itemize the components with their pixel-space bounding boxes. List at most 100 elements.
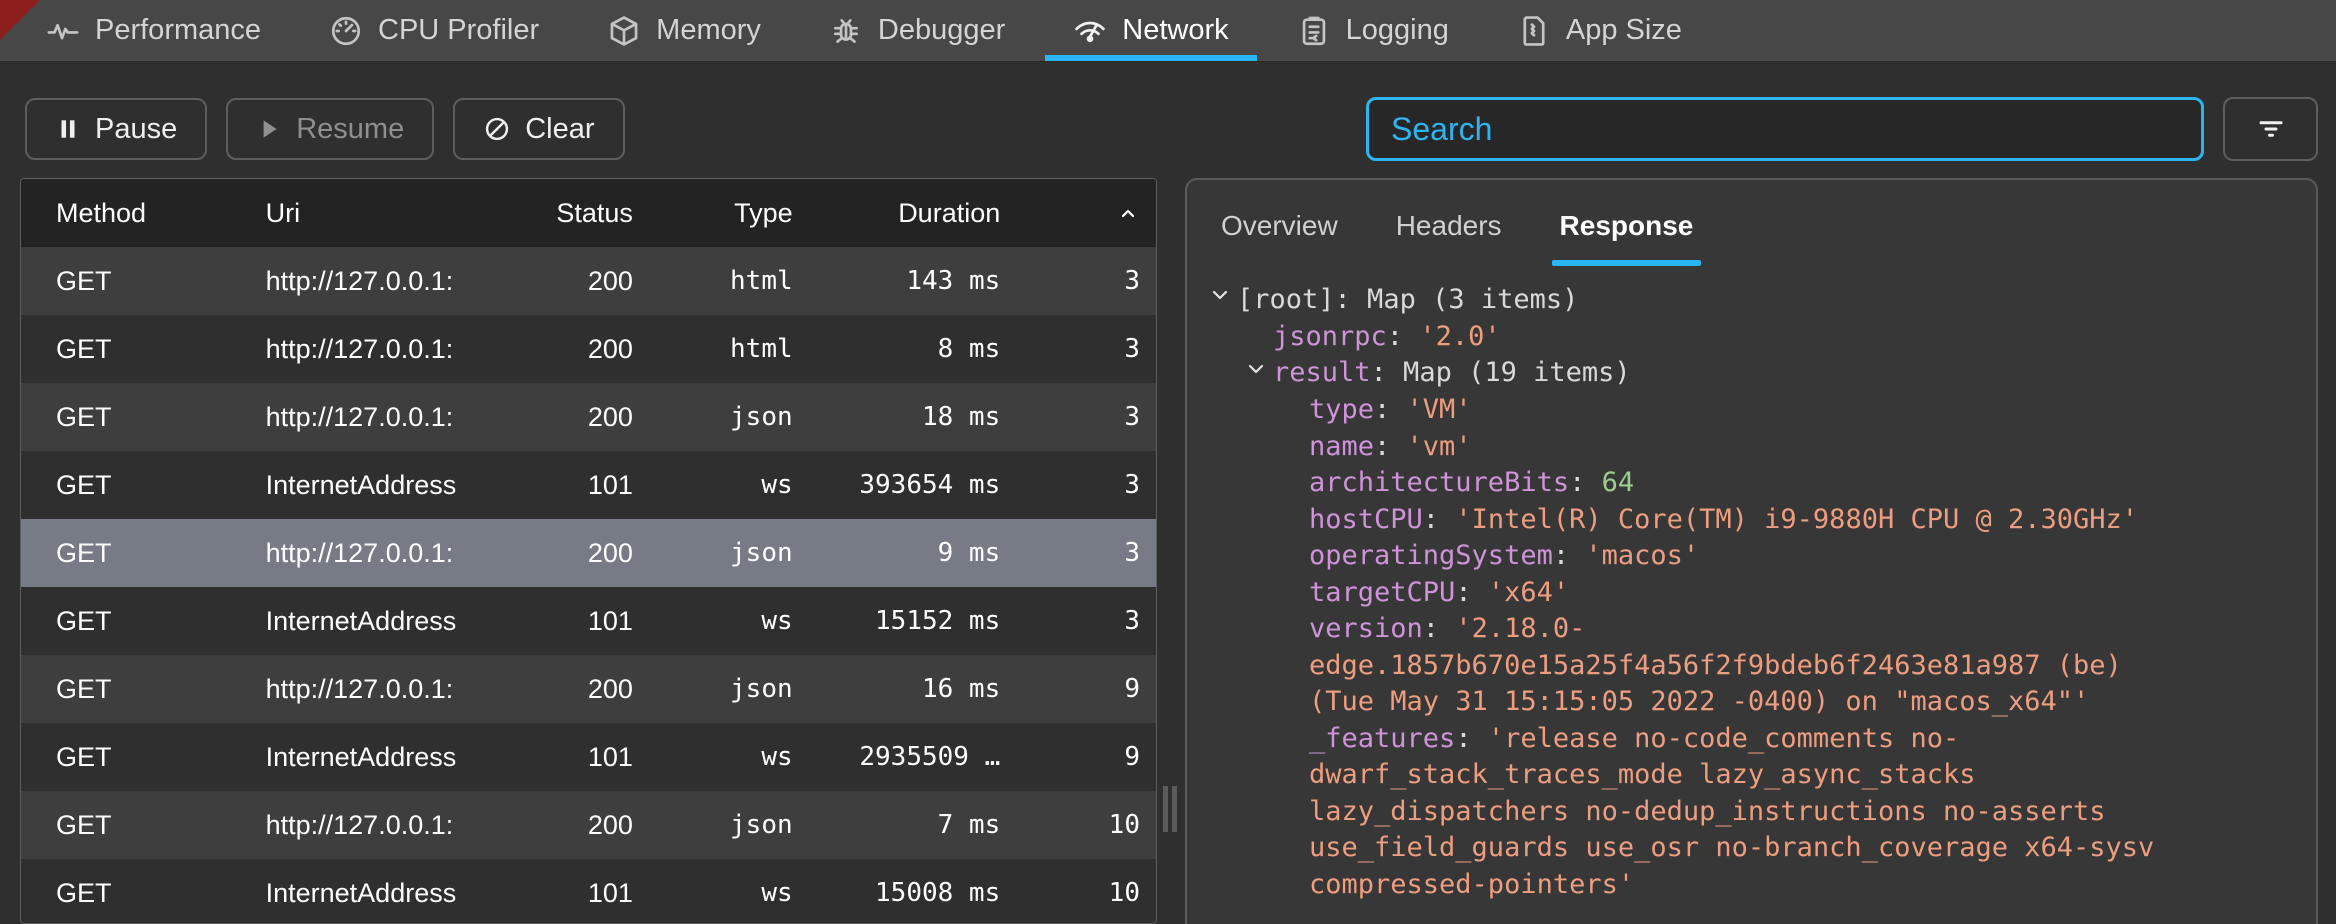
cell-duration: 18 ms	[793, 402, 1001, 432]
filter-button[interactable]	[2223, 97, 2318, 161]
cell-method: GET	[21, 470, 266, 501]
json-tree-line: hostCPU: 'Intel(R) Core(TM) i9-9880H CPU…	[1207, 502, 2296, 539]
json-segment-string: edge.1857b670e15a25f4a56f2f9bdeb6f2463e8…	[1309, 650, 2122, 681]
pause-icon	[55, 116, 81, 142]
cell-timestamp: 9	[1000, 742, 1156, 772]
cell-duration: 8 ms	[793, 334, 1001, 364]
json-tree-line: architectureBits: 64	[1207, 465, 2296, 502]
cell-uri: InternetAddress	[266, 878, 524, 909]
cell-timestamp: 3	[1000, 606, 1156, 636]
json-tree-line: dwarf_stack_traces_mode lazy_async_stack…	[1207, 757, 2296, 794]
json-segment-key: operatingSystem	[1309, 540, 1553, 571]
clear-icon	[483, 115, 511, 143]
search-input[interactable]	[1366, 97, 2204, 161]
clear-button[interactable]: Clear	[453, 98, 624, 160]
cell-uri: http://127.0.0.1:	[266, 334, 524, 365]
cell-duration: 2935509 …	[793, 742, 1001, 772]
cell-status: 200	[523, 674, 633, 705]
json-segment-string: 'release no-code_comments no-	[1488, 723, 1959, 754]
json-segment-string: compressed-pointers'	[1309, 869, 1634, 900]
cpu-profiler-icon	[329, 14, 363, 48]
json-segment-key: version	[1309, 613, 1423, 644]
cell-uri: http://127.0.0.1:	[266, 674, 524, 705]
debugger-icon	[829, 14, 863, 48]
json-segment-plain: [root]	[1237, 284, 1335, 315]
network-icon	[1073, 14, 1107, 48]
table-row[interactable]: GET http://127.0.0.1: 200 json 18 ms 3	[21, 383, 1156, 451]
json-segment-string: 'macos'	[1585, 540, 1699, 571]
json-tree-line: edge.1857b670e15a25f4a56f2f9bdeb6f2463e8…	[1207, 648, 2296, 685]
cell-duration: 393654 ms	[793, 470, 1001, 500]
json-tree-line: version: '2.18.0-	[1207, 611, 2296, 648]
table-row[interactable]: GET InternetAddress 101 ws 15152 ms 3	[21, 587, 1156, 655]
json-segment-key: _features	[1309, 723, 1455, 754]
pause-button[interactable]: Pause	[25, 98, 207, 160]
logging-icon	[1297, 14, 1331, 48]
cell-duration: 15008 ms	[793, 878, 1001, 908]
network-content: Method Uri Status Type Duration GET http…	[0, 178, 2336, 924]
tab-logging[interactable]: Logging	[1263, 0, 1483, 61]
json-segment-string: '2.0'	[1419, 321, 1500, 352]
cell-status: 101	[523, 878, 633, 909]
cell-status: 101	[523, 742, 633, 773]
resume-label: Resume	[296, 113, 404, 146]
debug-banner-corner	[0, 0, 40, 40]
memory-icon	[607, 14, 641, 48]
cell-duration: 16 ms	[793, 674, 1001, 704]
json-tree-line: operatingSystem: 'macos'	[1207, 538, 2296, 575]
column-header-uri[interactable]: Uri	[266, 198, 524, 229]
panel-splitter[interactable]	[1157, 178, 1185, 924]
table-row[interactable]: GET http://127.0.0.1: 200 json 16 ms 9	[21, 655, 1156, 723]
column-header-duration[interactable]: Duration	[793, 198, 1001, 229]
cell-status: 200	[523, 266, 633, 297]
table-row[interactable]: GET InternetAddress 101 ws 393654 ms 3	[21, 451, 1156, 519]
cell-type: ws	[633, 742, 793, 772]
cell-method: GET	[21, 878, 266, 909]
table-row[interactable]: GET http://127.0.0.1: 200 html 8 ms 3	[21, 315, 1156, 383]
tab-headers[interactable]: Headers	[1396, 210, 1502, 266]
cell-type: ws	[633, 470, 793, 500]
json-segment-plain: : Map (3 items)	[1335, 284, 1579, 315]
expander-caret-icon[interactable]	[1243, 356, 1273, 393]
tab-network[interactable]: Network	[1039, 0, 1262, 61]
resume-button[interactable]: Resume	[226, 98, 434, 160]
cell-uri: http://127.0.0.1:	[266, 810, 524, 841]
json-tree-line: lazy_dispatchers no-dedup_instructions n…	[1207, 794, 2296, 831]
json-segment-number: 64	[1602, 467, 1635, 498]
cell-type: ws	[633, 878, 793, 908]
cell-method: GET	[21, 742, 266, 773]
tab-memory[interactable]: Memory	[573, 0, 795, 61]
table-row[interactable]: GET http://127.0.0.1: 200 json 9 ms 3	[21, 519, 1156, 587]
tab-performance[interactable]: Performance	[12, 0, 295, 61]
tab-debugger[interactable]: Debugger	[795, 0, 1039, 61]
cell-uri: InternetAddress	[266, 470, 524, 501]
table-row[interactable]: GET http://127.0.0.1: 200 html 143 ms 3	[21, 247, 1156, 315]
tab-app-size[interactable]: App Size	[1483, 0, 1716, 61]
json-segment-string: 'Intel(R) Core(TM) i9-9880H CPU @ 2.30GH…	[1455, 504, 2138, 535]
json-tree-line: [root]: Map (3 items)	[1207, 282, 2296, 319]
column-header-type[interactable]: Type	[633, 198, 793, 229]
table-row[interactable]: GET http://127.0.0.1: 200 json 7 ms 10	[21, 791, 1156, 859]
cell-timestamp: 3	[1000, 266, 1156, 296]
cell-duration: 9 ms	[793, 538, 1001, 568]
tab-overview[interactable]: Overview	[1221, 210, 1338, 266]
json-segment-plain: :	[1387, 321, 1420, 352]
expander-caret-icon[interactable]	[1207, 282, 1237, 319]
column-header-status[interactable]: Status	[523, 198, 633, 229]
json-tree-line: name: 'vm'	[1207, 429, 2296, 466]
table-row[interactable]: GET InternetAddress 101 ws 15008 ms 10	[21, 859, 1156, 924]
sort-ascending-icon	[1116, 202, 1140, 226]
tab-label: Network	[1122, 14, 1228, 47]
json-tree-line: (Tue May 31 15:15:05 2022 -0400) on "mac…	[1207, 684, 2296, 721]
column-header-method[interactable]: Method	[21, 198, 266, 229]
table-row[interactable]: GET InternetAddress 101 ws 2935509 … 9	[21, 723, 1156, 791]
json-segment-plain: :	[1569, 467, 1602, 498]
tab-response[interactable]: Response	[1560, 210, 1694, 266]
cell-uri: InternetAddress	[266, 742, 524, 773]
pause-label: Pause	[95, 113, 177, 146]
tab-cpu-profiler[interactable]: CPU Profiler	[295, 0, 573, 61]
cell-duration: 143 ms	[793, 266, 1001, 296]
splitter-drag-handle-icon[interactable]	[1163, 786, 1177, 832]
column-header-timestamp[interactable]	[1000, 198, 1156, 229]
json-segment-string: use_field_guards use_osr no-branch_cover…	[1309, 832, 2154, 863]
